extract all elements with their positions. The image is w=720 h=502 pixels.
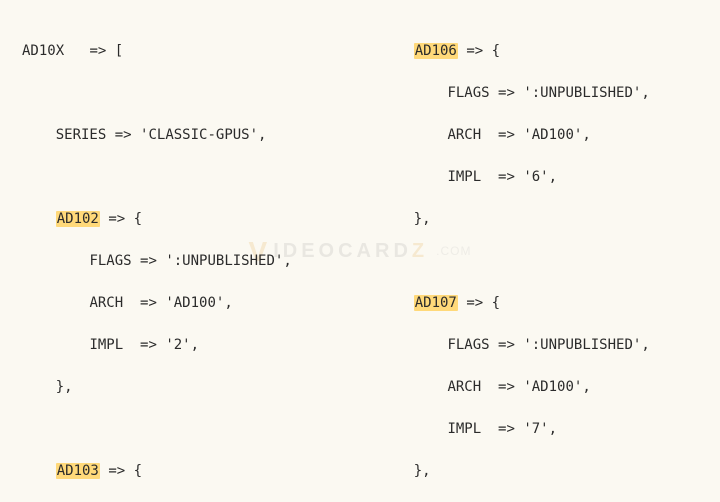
code-page: V IDEOCARDZ .COM AD10X => [ SERIES => 'C… xyxy=(0,0,720,502)
entry-AD107-open: AD107 => { xyxy=(380,293,650,314)
entry-AD107-impl: IMPL => '7', xyxy=(380,419,650,440)
entry-AD107-flags: FLAGS => ':UNPUBLISHED', xyxy=(380,335,650,356)
key-AD107: AD107 xyxy=(414,295,458,311)
entry-AD107-arch: ARCH => 'AD100', xyxy=(380,377,650,398)
key-AD103: AD103 xyxy=(56,463,100,479)
key-AD102: AD102 xyxy=(56,211,100,227)
entry-AD102-close: }, xyxy=(22,377,317,398)
code-column-left: AD10X => [ SERIES => 'CLASSIC-GPUS', AD1… xyxy=(22,20,317,502)
header-line: AD10X => [ xyxy=(22,41,317,62)
entry-AD106-flags: FLAGS => ':UNPUBLISHED', xyxy=(380,83,650,104)
series-line: SERIES => 'CLASSIC-GPUS', xyxy=(22,125,317,146)
entry-AD106-close: }, xyxy=(380,209,650,230)
entry-AD102-impl: IMPL => '2', xyxy=(22,335,317,356)
entry-AD106-open: AD106 => { xyxy=(380,41,650,62)
entry-AD102-open: AD102 => { xyxy=(22,209,317,230)
entry-AD107-close: }, xyxy=(380,461,650,482)
code-column-right: AD106 => { FLAGS => ':UNPUBLISHED', ARCH… xyxy=(380,20,650,502)
entry-AD106-impl: IMPL => '6', xyxy=(380,167,650,188)
entry-AD103-open: AD103 => { xyxy=(22,461,317,482)
entry-AD102-arch: ARCH => 'AD100', xyxy=(22,293,317,314)
key-AD106: AD106 xyxy=(414,43,458,59)
entry-AD102-flags: FLAGS => ':UNPUBLISHED', xyxy=(22,251,317,272)
entry-AD106-arch: ARCH => 'AD100', xyxy=(380,125,650,146)
